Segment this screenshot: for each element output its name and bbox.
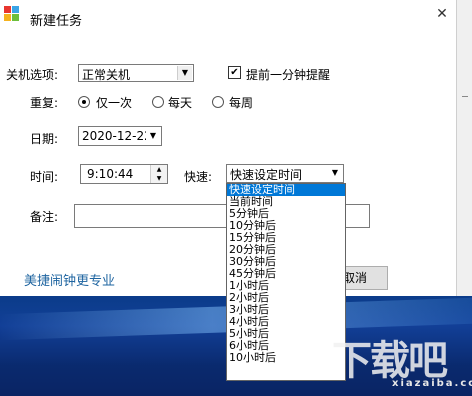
repeat-weekly-label[interactable]: 每周: [229, 94, 253, 111]
watermark-url: xiazaiba.com: [392, 378, 472, 389]
chevron-down-icon[interactable]: ▼: [146, 129, 160, 143]
repeat-daily-radio[interactable]: [152, 96, 164, 108]
cancel-button-label: 取消: [342, 271, 367, 285]
promo-link[interactable]: 美捷闹钟更专业: [24, 270, 115, 289]
app-logo-icon: [4, 6, 20, 22]
time-spin-buttons: ▲ ▼: [150, 165, 167, 183]
title-bar[interactable]: 新建任务 ✕: [0, 0, 456, 36]
chevron-down-icon[interactable]: ▼: [328, 166, 342, 180]
shutdown-option-label: 关机选项:: [6, 68, 59, 82]
repeat-label: 重复:: [30, 96, 59, 110]
shutdown-option-value: 正常关机: [82, 68, 131, 82]
chevron-down-icon[interactable]: ▼: [177, 66, 192, 80]
background-window-mark: [462, 96, 468, 97]
background-window-edge: [456, 0, 472, 296]
repeat-daily-label[interactable]: 每天: [168, 94, 192, 111]
close-icon[interactable]: ✕: [434, 6, 450, 22]
remind-checkbox[interactable]: ✔: [228, 66, 241, 79]
quick-value: 快速设定时间: [230, 168, 303, 182]
repeat-weekly-radio[interactable]: [212, 96, 224, 108]
time-label: 时间:: [30, 170, 59, 184]
window-title: 新建任务: [30, 14, 83, 29]
spin-down-icon[interactable]: ▼: [151, 174, 167, 183]
note-label: 备注:: [30, 210, 59, 224]
time-value: 9:10:44: [87, 167, 134, 181]
repeat-once-radio[interactable]: [78, 96, 90, 108]
quick-label: 快速:: [184, 170, 213, 184]
dropdown-option[interactable]: 10小时后: [227, 352, 345, 364]
quick-select[interactable]: 快速设定时间 ▼: [226, 164, 344, 183]
time-spinner[interactable]: 9:10:44 ▲ ▼: [80, 164, 168, 184]
date-label: 日期:: [30, 132, 59, 146]
remind-label[interactable]: 提前一分钟提醒: [246, 66, 330, 83]
date-picker[interactable]: 2020-12-22 ▼: [78, 126, 162, 146]
date-value: 2020-12-22: [82, 129, 152, 143]
repeat-once-label[interactable]: 仅一次: [96, 94, 132, 111]
shutdown-option-select[interactable]: 正常关机 ▼: [78, 64, 194, 82]
quick-dropdown-list[interactable]: 快速设定时间 当前时间 5分钟后 10分钟后 15分钟后 20分钟后 30分钟后 45分钟后 1…: [226, 183, 346, 381]
